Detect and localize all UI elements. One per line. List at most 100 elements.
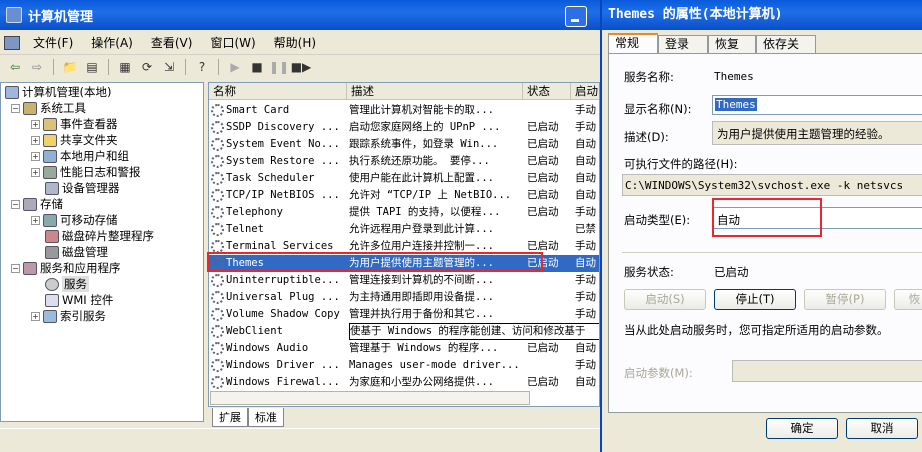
service-name: Telephony bbox=[226, 206, 283, 218]
service-name: Telnet bbox=[226, 223, 264, 235]
service-description: 管理并执行用于备份和其它... bbox=[349, 308, 494, 320]
restart-icon[interactable]: ■▶ bbox=[291, 58, 312, 76]
tree-system-tools[interactable]: − 系统工具 bbox=[11, 100, 86, 116]
service-row[interactable]: Universal Plug ... 为主持通用即插即用设备提... 手动 bbox=[209, 289, 599, 306]
service-row[interactable]: Windows Driver ... Manages user-mode driv… bbox=[209, 357, 599, 374]
service-row[interactable]: Uninterruptible... 管理连接到计算机的不间断... 手动 bbox=[209, 272, 599, 289]
tree-storage[interactable]: − 存储 bbox=[11, 196, 63, 212]
play-icon[interactable]: ▶ bbox=[226, 58, 244, 76]
display-name-field[interactable]: Themes bbox=[712, 95, 922, 115]
expand-icon[interactable]: + bbox=[31, 135, 40, 145]
service-row[interactable]: Smart Card 管理此计算机对智能卡的取... 手动 bbox=[209, 102, 599, 119]
service-name: Volume Shadow Copy bbox=[226, 308, 340, 320]
dialog-title[interactable]: Themes 的属性(本地计算机) bbox=[602, 0, 922, 30]
toolbar-separator bbox=[185, 59, 186, 75]
service-row[interactable]: Windows Firewal... 为家庭和小型办公网络提供... 已启动 自动 bbox=[209, 374, 599, 391]
service-status: 已启动 bbox=[527, 376, 559, 388]
service-row[interactable]: SSDP Discovery ... 启动您家庭网络上的 UPnP ... 已启动 手… bbox=[209, 119, 599, 136]
column-header-startup[interactable]: 启动 bbox=[571, 83, 599, 100]
tree-services[interactable]: 服务 bbox=[45, 276, 89, 292]
column-header-name[interactable]: 名称 bbox=[209, 83, 347, 100]
start-params-label: 启动参数(M): bbox=[624, 366, 693, 380]
collapse-icon[interactable]: − bbox=[11, 199, 20, 209]
expand-icon[interactable]: + bbox=[31, 167, 40, 177]
tab-dependencies[interactable]: 依存关系 bbox=[756, 35, 816, 67]
tree-root[interactable]: 计算机管理(本地) bbox=[5, 84, 111, 100]
service-name-cell: Universal Plug ... bbox=[211, 289, 347, 306]
description-field[interactable]: 为用户提供使用主题管理的经验。 bbox=[712, 121, 922, 145]
tree-removable[interactable]: + 可移动存储 bbox=[31, 212, 118, 228]
back-arrow-icon[interactable]: ⇦ bbox=[6, 58, 24, 76]
tree-device-manager[interactable]: 设备管理器 bbox=[45, 180, 120, 196]
storage-icon bbox=[23, 197, 37, 211]
menu-file[interactable]: 文件(F) bbox=[24, 34, 82, 51]
tree-perf-logs[interactable]: + 性能日志和警报 bbox=[31, 164, 141, 180]
service-row[interactable]: TCP/IP NetBIOS ... 允许对 “TCP/IP 上 NetBIO..… bbox=[209, 187, 599, 204]
service-gear-icon bbox=[211, 290, 224, 304]
service-row[interactable]: Windows Audio 管理基于 Windows 的程序... 已启动 自动 bbox=[209, 340, 599, 357]
tab-logon[interactable]: 登录 bbox=[658, 35, 708, 53]
collapse-icon[interactable]: − bbox=[11, 263, 20, 273]
tab-recovery[interactable]: 恢复 bbox=[708, 35, 756, 53]
menu-window[interactable]: 窗口(W) bbox=[201, 34, 264, 51]
service-row[interactable]: WebClient 使基于 Windows 的程序能创建、访问和修改基于 bbox=[209, 323, 599, 340]
expand-icon[interactable]: + bbox=[31, 215, 40, 225]
service-status-value: 已启动 bbox=[714, 265, 749, 279]
tree-label: 设备管理器 bbox=[62, 181, 120, 195]
tree-label: 服务和应用程序 bbox=[40, 261, 121, 275]
ok-button[interactable]: 确定 bbox=[766, 418, 838, 439]
service-row[interactable]: System Event No... 跟踪系统事件，如登录 Win... 已启动 自动 bbox=[209, 136, 599, 153]
forward-arrow-icon[interactable]: ⇨ bbox=[28, 58, 46, 76]
tree-defrag[interactable]: 磁盘碎片整理程序 bbox=[45, 228, 154, 244]
tab-standard[interactable]: 标准 bbox=[248, 408, 284, 427]
tree-event-viewer[interactable]: + 事件查看器 bbox=[31, 116, 118, 132]
service-name: Uninterruptible... bbox=[226, 274, 340, 286]
menu-action[interactable]: 操作(A) bbox=[82, 34, 142, 51]
status-bar bbox=[0, 428, 600, 450]
collapse-icon[interactable]: − bbox=[11, 103, 20, 113]
tree-disk-mgmt[interactable]: 磁盘管理 bbox=[45, 244, 108, 260]
column-header-status[interactable]: 状态 bbox=[523, 83, 571, 100]
stop-icon[interactable]: ■ bbox=[248, 58, 266, 76]
horizontal-scrollbar[interactable] bbox=[210, 391, 530, 405]
show-tree-icon[interactable]: ▤ bbox=[83, 58, 101, 76]
service-description: 跟踪系统事件，如登录 Win... bbox=[349, 138, 499, 150]
executable-path-field[interactable]: C:\WINDOWS\System32\svchost.exe -k netsv… bbox=[622, 174, 922, 196]
start-button[interactable]: 启动(S) bbox=[624, 289, 706, 310]
service-row[interactable]: Telephony 提供 TAPI 的支持，以便程... 已启动 手动 bbox=[209, 204, 599, 221]
service-row[interactable]: System Restore ... 执行系统还原功能。 要停... 已启动 自动 bbox=[209, 153, 599, 170]
tree-shared-folders[interactable]: + 共享文件夹 bbox=[31, 132, 118, 148]
resume-button[interactable]: 恢 bbox=[894, 289, 922, 310]
system-menu-icon[interactable] bbox=[4, 35, 20, 50]
window-titlebar[interactable]: 计算机管理 bbox=[0, 0, 600, 30]
minimize-button[interactable] bbox=[565, 6, 587, 27]
tree-label: 存储 bbox=[40, 197, 63, 211]
tree-indexing[interactable]: + 索引服务 bbox=[31, 308, 106, 324]
tree-services-apps[interactable]: − 服务和应用程序 bbox=[11, 260, 121, 276]
refresh-icon[interactable]: ⟳ bbox=[138, 58, 156, 76]
pause-icon[interactable]: ❚❚ bbox=[269, 58, 289, 76]
cancel-button[interactable]: 取消 bbox=[846, 418, 918, 439]
menu-help[interactable]: 帮助(H) bbox=[265, 34, 325, 51]
tree-wmi[interactable]: WMI 控件 bbox=[45, 292, 113, 308]
menu-view[interactable]: 查看(V) bbox=[142, 34, 202, 51]
service-name: Smart Card bbox=[226, 104, 290, 116]
service-row[interactable]: Telnet 允许远程用户登录到此计算... 已禁 bbox=[209, 221, 599, 238]
tab-general[interactable]: 常规 bbox=[608, 33, 658, 54]
expand-icon[interactable]: + bbox=[31, 151, 40, 161]
properties-icon[interactable]: ▦ bbox=[116, 58, 134, 76]
export-icon[interactable]: ⇲ bbox=[160, 58, 178, 76]
service-row[interactable]: Task Scheduler 使用户能在此计算机上配置... 已启动 自动 bbox=[209, 170, 599, 187]
executable-path-value: C:\WINDOWS\System32\svchost.exe -k netsv… bbox=[625, 179, 904, 192]
expand-icon[interactable]: + bbox=[31, 119, 40, 129]
expand-icon[interactable]: + bbox=[31, 311, 40, 321]
help-icon[interactable]: ? bbox=[193, 58, 211, 76]
tree-local-users[interactable]: + 本地用户和组 bbox=[31, 148, 129, 164]
column-header-description[interactable]: 描述 bbox=[347, 83, 523, 100]
pause-button[interactable]: 暂停(P) bbox=[804, 289, 886, 310]
tab-extended[interactable]: 扩展 bbox=[212, 408, 248, 427]
up-folder-icon[interactable]: 📁 bbox=[61, 58, 79, 76]
start-params-field[interactable] bbox=[732, 360, 922, 382]
service-row[interactable]: Volume Shadow Copy 管理并执行用于备份和其它... 手动 bbox=[209, 306, 599, 323]
stop-button[interactable]: 停止(T) bbox=[714, 289, 796, 310]
